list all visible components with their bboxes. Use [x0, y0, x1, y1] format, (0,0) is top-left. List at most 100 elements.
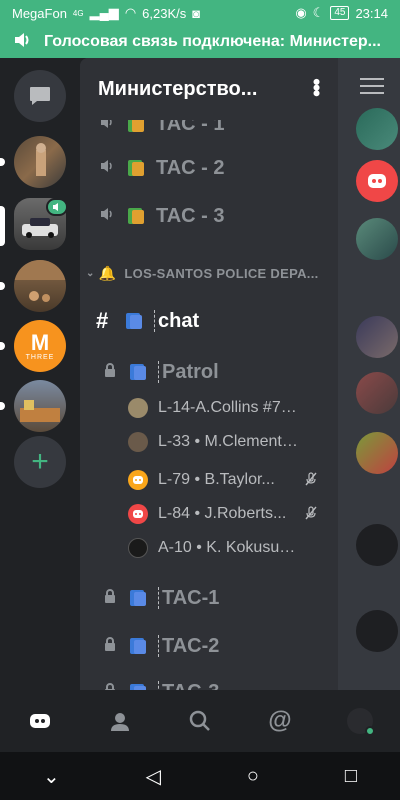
moon-icon: ☾ — [312, 5, 325, 20]
book-icon — [128, 362, 148, 382]
divider — [158, 635, 159, 657]
channel-name: TAC-1 — [162, 586, 220, 609]
channel-panel: Министерство... ••• TAC - 1 TAC - 2 TAC … — [80, 58, 338, 690]
member-avatar[interactable] — [356, 524, 398, 566]
voice-channel-tac1-locked[interactable]: TAC-1 — [80, 582, 338, 614]
home-tab[interactable] — [20, 701, 60, 741]
book-icon — [128, 636, 148, 656]
server-avatar-image — [36, 143, 46, 176]
battery-icon: 45 — [330, 6, 350, 20]
plus-icon: + — [31, 445, 49, 478]
speaker-icon — [98, 159, 118, 178]
avatar — [128, 398, 148, 418]
member-name: L-84 • J.Roberts... — [158, 505, 287, 522]
recents-icon[interactable]: □ — [345, 765, 357, 788]
server-name: Министерство... — [98, 77, 258, 100]
search-tab[interactable] — [180, 701, 220, 741]
divider — [158, 587, 159, 609]
member-avatar[interactable] — [356, 218, 398, 260]
voice-active-badge — [46, 198, 68, 216]
voice-channel-patrol[interactable]: Patrol — [80, 356, 338, 388]
category-header[interactable]: ⌄ 🔔 LOS-SANTOS POLICE DEPA... — [80, 260, 338, 286]
unread-indicator — [0, 282, 5, 290]
member-avatar[interactable] — [356, 610, 398, 652]
server-icon-1[interactable] — [14, 136, 66, 188]
unread-indicator — [0, 342, 5, 350]
selected-server-indicator — [0, 206, 5, 246]
member-avatar[interactable] — [356, 108, 398, 150]
text-channel-chat[interactable]: # chat — [80, 304, 338, 338]
voice-member[interactable]: L-79 • B.Taylor... — [128, 464, 338, 496]
server-icon-5[interactable] — [14, 380, 66, 432]
speaker-icon — [98, 207, 118, 226]
mentions-tab[interactable]: @ — [260, 701, 300, 741]
channel-name: TAC-3 — [162, 681, 219, 691]
discord-notif-icon: ◙ — [192, 5, 201, 21]
hashtag-icon: # — [96, 308, 109, 333]
server-list: M THREE + — [0, 58, 80, 690]
kebab-icon[interactable]: ••• — [304, 78, 329, 95]
book-icon — [126, 158, 146, 178]
member-avatar[interactable] — [356, 372, 398, 414]
avatar — [128, 538, 148, 558]
server-icon-3[interactable] — [14, 260, 66, 312]
channel-name: chat — [158, 309, 200, 332]
avatar — [128, 432, 148, 452]
book-icon — [126, 206, 146, 226]
avatar — [128, 504, 148, 524]
discord-home-icon — [30, 714, 50, 728]
voice-member[interactable]: L-84 • J.Roberts... — [128, 498, 338, 530]
voice-member[interactable]: A-10 • K. Kokusu #... — [128, 532, 338, 564]
online-status-dot — [365, 726, 375, 736]
add-server-button[interactable]: + — [14, 436, 66, 488]
channel-name: TAC-2 — [162, 634, 220, 657]
search-icon — [189, 710, 210, 731]
member-avatar[interactable] — [356, 160, 398, 202]
friends-icon — [111, 713, 129, 731]
lock-icon — [100, 682, 120, 690]
server-logo-three: THREE — [25, 353, 55, 361]
voice-connected-banner[interactable]: Голосовая связь подключена: Министер... — [0, 26, 400, 58]
voice-channel-tac3-locked[interactable]: TAC-3 — [80, 676, 338, 690]
at-icon: @ — [268, 707, 292, 734]
speaker-icon — [53, 203, 58, 211]
member-avatar[interactable] — [356, 316, 398, 358]
hamburger-icon[interactable] — [360, 78, 384, 99]
chevron-down-icon[interactable]: ⌄ — [43, 764, 60, 789]
avatar — [347, 708, 375, 736]
lock-icon — [100, 636, 120, 656]
server-avatar-image — [20, 400, 60, 422]
channel-name: TAC - 2 — [156, 156, 225, 179]
system-navigation-bar: ⌄ ◁ ○ □ — [0, 752, 400, 800]
member-avatar[interactable] — [356, 432, 398, 474]
time-label: 23:14 — [355, 5, 388, 21]
voice-channel-tac2[interactable]: TAC - 2 — [80, 152, 338, 184]
server-logo-m: M — [30, 329, 50, 355]
voice-channel-tac3[interactable]: TAC - 3 — [80, 200, 338, 232]
discord-logo-icon — [133, 476, 143, 484]
voice-member[interactable]: L-33 • M.Clemente... — [128, 426, 338, 458]
server-header[interactable]: Министерство... ••• — [80, 58, 338, 120]
book-icon — [128, 588, 148, 608]
lock-icon — [100, 588, 120, 608]
friends-tab[interactable] — [100, 701, 140, 741]
network-type: 4G — [72, 8, 84, 18]
avatar — [128, 470, 148, 490]
unread-indicator — [0, 402, 5, 410]
home-icon[interactable]: ○ — [247, 765, 259, 788]
profile-tab[interactable] — [340, 701, 380, 741]
server-icon-three[interactable]: M THREE — [14, 320, 66, 372]
eye-icon: ◉ — [295, 5, 307, 20]
discord-logo-icon — [368, 174, 386, 188]
wifi-icon: ◠ — [124, 5, 137, 20]
unread-indicator — [0, 158, 5, 166]
carrier-label: MegaFon — [12, 5, 67, 21]
chevron-down-icon: ⌄ — [86, 267, 95, 279]
member-name: L-14-A.Collins #7777 — [158, 399, 298, 416]
voice-channel-tac2-locked[interactable]: TAC-2 — [80, 630, 338, 662]
voice-member[interactable]: L-14-A.Collins #7777 — [128, 392, 338, 424]
member-name: L-79 • B.Taylor... — [158, 471, 275, 488]
back-icon[interactable]: ◁ — [146, 764, 161, 789]
speed-label: 6,23K/s — [142, 5, 187, 21]
direct-messages-button[interactable] — [14, 70, 66, 122]
